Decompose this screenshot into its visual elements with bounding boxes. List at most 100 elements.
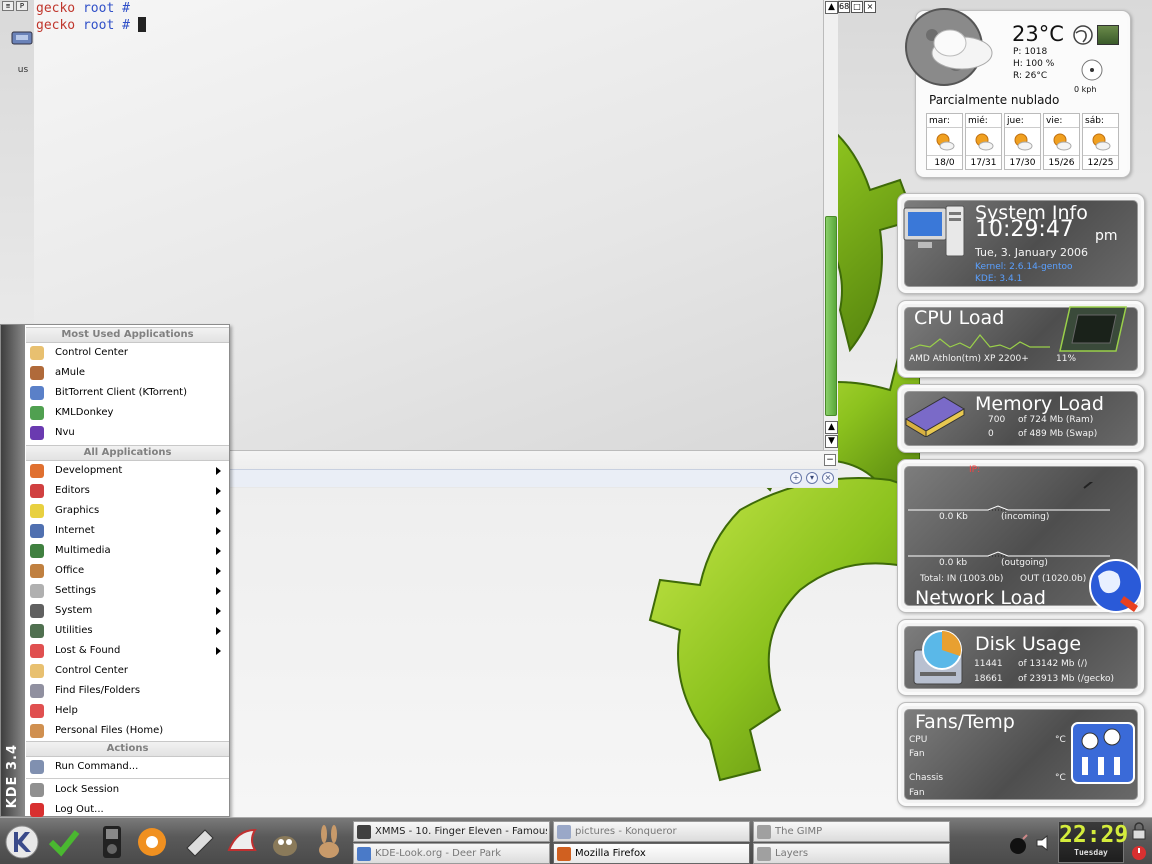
new-tab-button[interactable]: + <box>790 472 802 484</box>
lock-icon[interactable] <box>1130 822 1148 840</box>
menu-item-label: Help <box>55 705 78 716</box>
menu-item-label: Editors <box>55 485 90 496</box>
menu-item-help[interactable]: Help <box>27 701 229 721</box>
ipod-launcher-icon[interactable] <box>95 824 129 860</box>
menu-item-label: Graphics <box>55 505 100 516</box>
gaim-launcher-icon[interactable] <box>225 824 259 860</box>
taskbar-button[interactable]: pictures - Konqueror <box>553 821 750 842</box>
terminal-sessions-button[interactable]: 68 <box>838 1 850 13</box>
terminal-close-button[interactable]: × <box>864 1 876 13</box>
terminal-scrollbar[interactable]: ▲ ▲ ▼ <box>823 0 838 450</box>
taskbar-button[interactable]: The GIMP <box>753 821 950 842</box>
scroll-thumb[interactable] <box>825 216 837 416</box>
desktop-pager-button[interactable]: P <box>16 1 28 11</box>
amarok-launcher-icon[interactable] <box>135 824 169 860</box>
system-info-widget[interactable]: System Info 10:29:47 pm Tue, 3. January … <box>897 193 1145 294</box>
gimp-launcher-icon[interactable] <box>268 824 302 860</box>
submenu-arrow-icon <box>216 647 221 655</box>
menu-item-personal-files-home[interactable]: Personal Files (Home) <box>27 721 229 741</box>
menu-item-editors[interactable]: Editors <box>27 481 229 501</box>
fans-cpu-fan: Fan <box>909 749 925 759</box>
cpu-graph <box>910 334 1050 350</box>
desktop-menu-button[interactable]: ≡ <box>2 1 14 11</box>
bomb-icon[interactable] <box>1007 832 1031 856</box>
disk-usage-widget[interactable]: Disk Usage 11441 of 13142 Mb (/) 18661 o… <box>897 619 1145 696</box>
menu-item-internet[interactable]: Internet <box>27 521 229 541</box>
submenu-arrow-icon <box>216 607 221 615</box>
terminal-maximize-button[interactable]: □ <box>851 1 863 13</box>
graphics-icon <box>30 504 44 518</box>
system-info-ampm: pm <box>1095 228 1118 244</box>
cpu-model: AMD Athlon(tm) XP 2200+ <box>909 354 1029 364</box>
cpu-load-widget[interactable]: CPU Load AMD Athlon(tm) XP 2200+ 11% <box>897 300 1145 378</box>
k-menu-button[interactable] <box>3 822 41 862</box>
scanner-launcher-icon[interactable] <box>183 824 217 860</box>
firefox-icon <box>357 847 371 861</box>
menu-item-bittorrent-client-ktorrent[interactable]: BitTorrent Client (KTorrent) <box>27 383 229 403</box>
menu-item-office[interactable]: Office <box>27 561 229 581</box>
logout-icon[interactable] <box>1130 844 1148 862</box>
cpu-load-percent: 11% <box>1056 354 1077 364</box>
wind-compass-icon <box>1081 59 1103 81</box>
fans-temp-title: Fans/Temp <box>915 711 1015 733</box>
system-info-time: 10:29:47 <box>975 217 1074 242</box>
taskbar-button[interactable]: Layers <box>753 843 950 864</box>
menu-item-development[interactable]: Development <box>27 461 229 481</box>
menu-item-multimedia[interactable]: Multimedia <box>27 541 229 561</box>
memory-load-widget[interactable]: Memory Load 700 of 724 Mb (Ram) 0 of 489… <box>897 384 1145 453</box>
menu-item-lost-found[interactable]: Lost & Found <box>27 641 229 661</box>
forecast-day: vie: 15/26 <box>1043 113 1080 170</box>
speaker-icon[interactable] <box>1034 833 1054 853</box>
menu-item-control-center[interactable]: Control Center <box>27 343 229 363</box>
home-icon <box>30 724 44 738</box>
disk-gecko-used: 18661 <box>974 674 1003 684</box>
network-load-widget[interactable]: IP: 0.0 Kb (incoming) 0.0 kb (outgoing) … <box>897 459 1145 613</box>
menu-item-label: Find Files/Folders <box>55 685 141 696</box>
menu-item-utilities[interactable]: Utilities <box>27 621 229 641</box>
tab-menu-button[interactable]: ▾ <box>806 472 818 484</box>
submenu-arrow-icon <box>216 467 221 475</box>
terminal-dir: root <box>82 18 115 33</box>
scroll-up-button[interactable]: ▲ <box>825 1 838 14</box>
map-icon[interactable] <box>1097 25 1119 45</box>
disk-usage-title: Disk Usage <box>975 633 1082 655</box>
menu-item-label: aMule <box>55 367 86 378</box>
menu-item-nvu[interactable]: Nvu <box>27 423 229 443</box>
menu-item-system[interactable]: System <box>27 601 229 621</box>
menu-item-graphics[interactable]: Graphics <box>27 501 229 521</box>
memory-chip-icon <box>905 396 965 437</box>
network-in-rate: 0.0 Kb <box>939 512 968 522</box>
k-menu[interactable]: KDE 3.4 Most Used Applications Control Ce… <box>0 324 230 817</box>
taskbar-button[interactable]: XMMS - 10. Finger Eleven - Famous <box>353 821 550 842</box>
taskbar-button[interactable]: Mozilla Firefox <box>553 843 750 864</box>
menu-item-settings[interactable]: Settings <box>27 581 229 601</box>
menu-item-label: Run Command... <box>55 761 139 772</box>
fans-temp-widget[interactable]: Fans/Temp CPU Fan °C Chassis Fan °C <box>897 702 1145 807</box>
scroll-up-button-bottom[interactable]: ▲ <box>825 421 838 434</box>
checkmark-launcher-icon[interactable] <box>47 824 81 860</box>
menu-item-lock-session[interactable]: Lock Session <box>27 780 229 800</box>
taskbar-button-label: The GIMP <box>775 826 823 837</box>
clock-applet[interactable]: 22:29 Tuesday <box>1058 821 1128 863</box>
scroll-down-button[interactable]: ▼ <box>825 435 838 448</box>
rabbit-launcher-icon[interactable] <box>312 824 346 860</box>
kmldonkey-icon <box>30 406 44 420</box>
terminal-user: gecko <box>36 1 76 16</box>
taskbar-button[interactable]: KDE-Look.org - Deer Park <box>353 843 550 864</box>
menu-item-control-center[interactable]: Control Center <box>27 661 229 681</box>
menu-item-kmldonkey[interactable]: KMLDonkey <box>27 403 229 423</box>
help-icon <box>30 704 44 718</box>
memory-load-title: Memory Load <box>975 393 1104 415</box>
close-tab-button[interactable]: × <box>822 472 834 484</box>
terminal-minimize-button[interactable]: − <box>824 454 836 466</box>
k-menu-brand: KDE 3.4 <box>5 743 20 808</box>
settings-icon <box>30 584 44 598</box>
globe-icon[interactable] <box>1073 25 1093 45</box>
weather-widget[interactable]: 23°C P: 1018 H: 100 % R: 26°C 0 kph Parc… <box>905 8 1131 178</box>
menu-item-find-files-folders[interactable]: Find Files/Folders <box>27 681 229 701</box>
submenu-arrow-icon <box>216 507 221 515</box>
menu-item-run-command[interactable]: Run Command... <box>27 757 229 777</box>
menu-item-amule[interactable]: aMule <box>27 363 229 383</box>
fans-cpu-label: CPU <box>909 735 928 745</box>
taskbar-button-label: Mozilla Firefox <box>575 848 646 859</box>
